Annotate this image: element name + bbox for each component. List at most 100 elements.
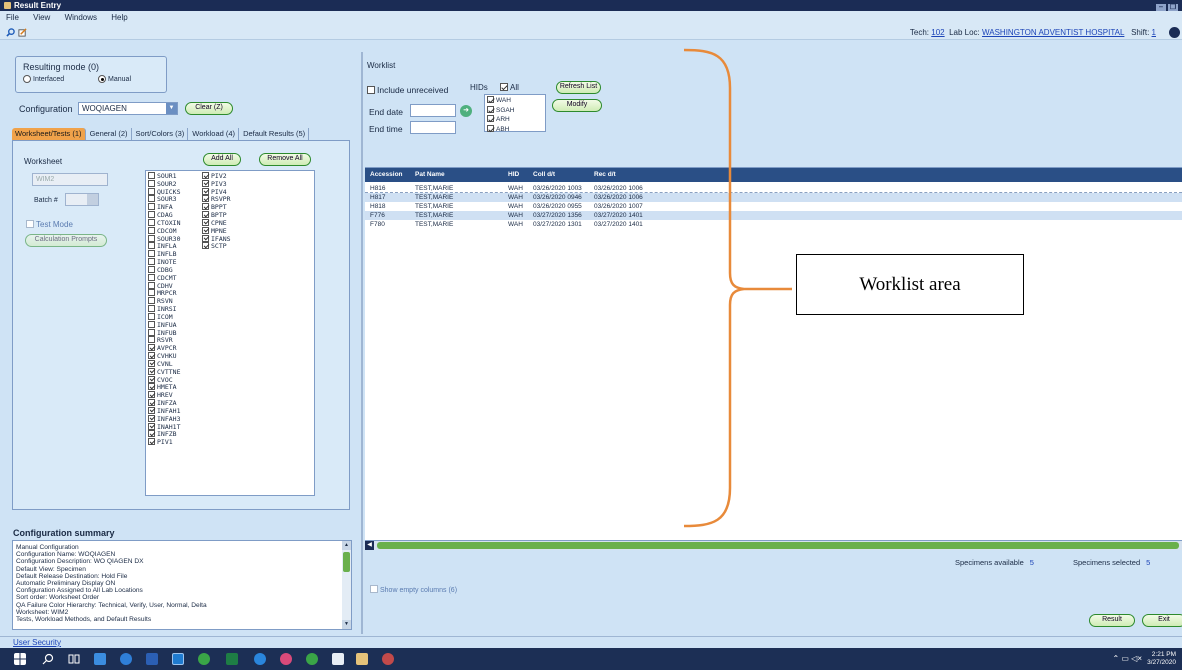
hid-item[interactable]: ARH	[487, 115, 543, 125]
test-checkbox[interactable]	[148, 414, 155, 422]
test-checkbox[interactable]	[148, 391, 155, 399]
test-checkbox[interactable]	[148, 422, 155, 430]
menu-file[interactable]: File	[6, 13, 19, 22]
test-checkbox[interactable]	[148, 399, 155, 407]
test-item[interactable]: MRPCR	[148, 289, 180, 297]
test-item[interactable]: INFZB	[148, 430, 180, 438]
test-item[interactable]: PIV3	[202, 179, 231, 188]
summary-scrollbar[interactable]: ▲ ▼	[342, 541, 351, 629]
test-checkbox[interactable]	[148, 265, 155, 273]
test-item[interactable]: QUICKS	[148, 187, 180, 196]
test-item[interactable]: PIV4	[202, 187, 231, 196]
test-item[interactable]: RSVPR	[202, 195, 231, 203]
test-item[interactable]: INAH1T	[148, 422, 180, 430]
test-item[interactable]: CDAG	[148, 211, 180, 219]
test-item[interactable]: SOUR3	[148, 195, 180, 203]
result-entry-taskbar-icon[interactable]	[356, 653, 368, 665]
test-checkbox[interactable]	[148, 305, 155, 313]
test-item[interactable]: SOUR2	[148, 179, 180, 188]
modify-button[interactable]: Modify	[552, 99, 602, 112]
test-item[interactable]: RSVN	[148, 297, 180, 305]
app-icon[interactable]	[280, 653, 292, 665]
calculation-prompts-button[interactable]: Calculation Prompts	[25, 234, 107, 247]
test-checkbox[interactable]	[148, 273, 155, 281]
menu-windows[interactable]: Windows	[65, 13, 97, 22]
test-item[interactable]: HMETA	[148, 383, 180, 391]
scroll-thumb[interactable]	[343, 552, 350, 572]
search-icon[interactable]	[42, 653, 54, 665]
test-checkbox[interactable]	[148, 359, 155, 367]
lab-loc-link[interactable]: WASHINGTON ADVENTIST HOSPITAL	[982, 28, 1124, 37]
header-pat-name[interactable]: Pat Name	[415, 168, 445, 182]
hid-item[interactable]: WAH	[487, 96, 543, 106]
test-item[interactable]: INFLB	[148, 250, 180, 258]
test-checkbox[interactable]	[148, 406, 155, 414]
system-tray[interactable]: ⌃ ▭ ◁×	[1112, 654, 1142, 663]
test-checkbox[interactable]	[148, 242, 155, 250]
test-item[interactable]: CDCOM	[148, 226, 180, 235]
header-rec-dt[interactable]: Rec d/t	[594, 168, 616, 182]
test-checkbox[interactable]	[148, 289, 155, 297]
test-checkbox[interactable]	[148, 336, 155, 344]
test-item[interactable]: CTOXIN	[148, 218, 180, 227]
test-item[interactable]: CDHV	[148, 281, 180, 290]
test-checkbox[interactable]	[148, 375, 155, 383]
test-checkbox[interactable]	[202, 234, 209, 242]
tab-general[interactable]: General (2)	[86, 128, 132, 140]
windows-start-icon[interactable]	[14, 653, 26, 665]
test-checkbox[interactable]	[148, 320, 155, 328]
scroll-down-icon[interactable]: ▼	[342, 620, 351, 629]
show-empty-columns-check[interactable]	[370, 585, 378, 593]
task-view-icon[interactable]	[68, 653, 80, 665]
test-item[interactable]: CVOC	[148, 375, 180, 383]
interfaced-radio[interactable]	[23, 75, 31, 83]
test-item[interactable]: AVPCR	[148, 344, 180, 352]
ie-browser-icon[interactable]	[120, 653, 132, 665]
batch-select[interactable]	[65, 193, 99, 206]
search-icon[interactable]	[6, 28, 15, 37]
test-checkbox[interactable]	[148, 187, 155, 195]
test-item[interactable]: INFAH3	[148, 414, 180, 423]
test-item[interactable]: RSVR	[148, 336, 180, 344]
test-item[interactable]: MPNE	[202, 226, 231, 235]
refresh-list-button[interactable]: Refresh List	[556, 81, 601, 94]
test-mode-check[interactable]	[26, 220, 34, 228]
scroll-thumb[interactable]	[377, 542, 1179, 549]
test-checkbox[interactable]	[148, 211, 155, 219]
test-checkbox[interactable]	[202, 172, 209, 179]
user-security-link[interactable]: User Security	[13, 638, 61, 647]
test-checkbox[interactable]	[202, 226, 209, 234]
test-checkbox[interactable]	[148, 226, 155, 234]
result-button[interactable]: Result	[1089, 614, 1135, 627]
header-hid[interactable]: HID	[508, 168, 519, 182]
test-checkbox[interactable]	[148, 367, 155, 375]
clock[interactable]: 2:21 PM 3/27/2020	[1147, 651, 1176, 667]
skype-business-icon[interactable]	[306, 653, 318, 665]
hid-checkbox[interactable]	[487, 115, 494, 123]
test-checkbox[interactable]	[148, 352, 155, 360]
end-time-input[interactable]	[410, 121, 456, 134]
test-checkbox[interactable]	[148, 258, 155, 266]
add-all-button[interactable]: Add All	[203, 153, 241, 166]
tech-link[interactable]: 102	[931, 28, 944, 37]
hid-checkbox[interactable]	[487, 105, 494, 113]
include-unreceived-check[interactable]	[367, 86, 375, 94]
hids-all-checkbox[interactable]: All	[500, 83, 519, 92]
tab-worksheet-tests[interactable]: Worksheet/Tests (1)	[12, 128, 86, 140]
test-checkbox[interactable]	[148, 312, 155, 320]
test-checkbox[interactable]	[148, 438, 155, 446]
test-item[interactable]: SOUR30	[148, 234, 180, 243]
test-item[interactable]: INFUA	[148, 320, 180, 329]
file-explorer-icon[interactable]	[94, 653, 106, 665]
exit-button[interactable]: Exit	[1142, 614, 1182, 627]
test-item[interactable]: INFLA	[148, 242, 180, 250]
configuration-select[interactable]: WOQIAGEN ▼	[78, 102, 178, 115]
menu-view[interactable]: View	[33, 13, 50, 22]
test-item[interactable]: SCTP	[202, 242, 231, 250]
test-item[interactable]: IFANS	[202, 234, 231, 243]
edit-icon[interactable]	[18, 28, 27, 37]
calendar-go-icon[interactable]: ➜	[460, 105, 472, 117]
test-checkbox[interactable]	[148, 179, 155, 187]
excel-icon[interactable]	[226, 653, 238, 665]
test-checkbox[interactable]	[148, 328, 155, 336]
